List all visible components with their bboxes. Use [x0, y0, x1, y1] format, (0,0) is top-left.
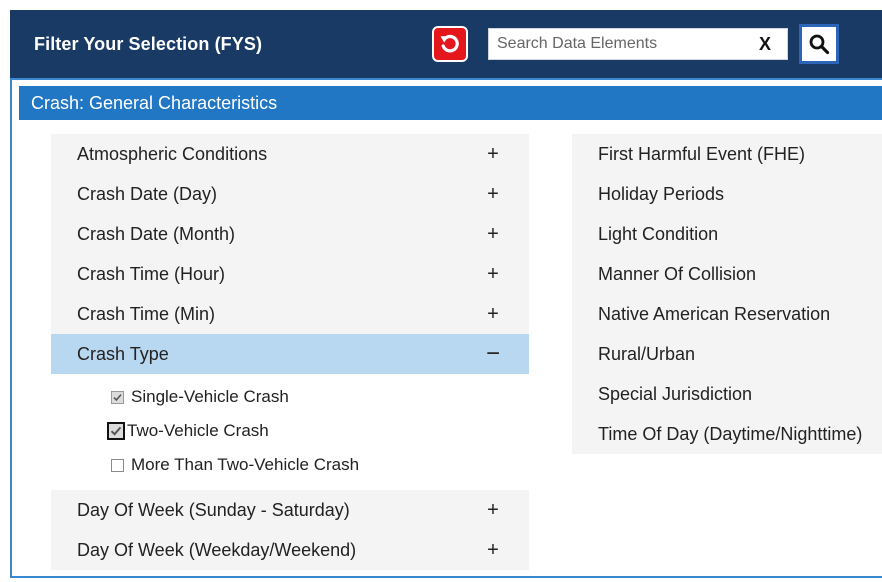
filter-panel: Crash: General Characteristics Atmospher…	[10, 78, 882, 578]
section-header[interactable]: Crash: General Characteristics	[19, 86, 882, 120]
option-label: More Than Two-Vehicle Crash	[131, 455, 360, 474]
checkbox-checked-icon[interactable]	[107, 422, 125, 440]
option-more-than-two-vehicle-crash[interactable]: More Than Two-Vehicle Crash	[51, 448, 529, 482]
expand-icon[interactable]: +	[483, 294, 503, 334]
element-label: Day Of Week (Weekday/Weekend)	[77, 540, 357, 560]
checkbox-checked-icon[interactable]	[111, 390, 124, 404]
fys-header: Filter Your Selection (FYS) X	[10, 10, 882, 78]
element-label: First Harmful Event (FHE)	[598, 144, 806, 164]
element-crash-time-hour[interactable]: Crash Time (Hour) +	[51, 254, 529, 294]
element-label: Atmospheric Conditions	[77, 144, 268, 164]
clear-search-button[interactable]: X	[759, 34, 771, 55]
right-column: First Harmful Event (FHE) Holiday Period…	[572, 134, 882, 454]
element-crash-type[interactable]: Crash Type −	[51, 334, 529, 374]
element-label: Rural/Urban	[598, 344, 696, 364]
search-input[interactable]	[489, 29, 737, 59]
element-label: Special Jurisdiction	[598, 384, 753, 404]
expand-icon[interactable]: +	[483, 530, 503, 570]
element-label: Crash Date (Month)	[77, 224, 236, 244]
element-day-of-week-weekday-weekend[interactable]: Day Of Week (Weekday/Weekend) +	[51, 530, 529, 570]
element-label: Time Of Day (Daytime/Nighttime)	[598, 424, 863, 444]
element-label: Native American Reservation	[598, 304, 831, 324]
element-time-of-day[interactable]: Time Of Day (Daytime/Nighttime)	[572, 414, 882, 454]
element-holiday-periods[interactable]: Holiday Periods	[572, 174, 882, 214]
element-label: Crash Time (Hour)	[77, 264, 226, 284]
element-rural-urban[interactable]: Rural/Urban	[572, 334, 882, 374]
left-column: Atmospheric Conditions + Crash Date (Day…	[51, 134, 529, 570]
collapse-icon[interactable]: −	[483, 334, 503, 374]
reset-button[interactable]	[432, 26, 468, 62]
expand-icon[interactable]: +	[483, 254, 503, 294]
undo-arrow-icon	[440, 34, 459, 53]
element-label: Holiday Periods	[598, 184, 725, 204]
element-atmospheric-conditions[interactable]: Atmospheric Conditions +	[51, 134, 529, 174]
element-label: Crash Type	[77, 344, 169, 364]
element-manner-of-collision[interactable]: Manner Of Collision	[572, 254, 882, 294]
expand-icon[interactable]: +	[483, 214, 503, 254]
element-light-condition[interactable]: Light Condition	[572, 214, 882, 254]
element-label: Day Of Week (Sunday - Saturday)	[77, 500, 350, 520]
element-special-jurisdiction[interactable]: Special Jurisdiction	[572, 374, 882, 414]
element-label: Crash Time (Min)	[77, 304, 216, 324]
element-label: Crash Date (Day)	[77, 184, 218, 204]
option-two-vehicle-crash[interactable]: Two-Vehicle Crash	[51, 414, 529, 448]
top-strip	[0, 0, 882, 10]
element-label: Manner Of Collision	[598, 264, 757, 284]
element-crash-date-month[interactable]: Crash Date (Month) +	[51, 214, 529, 254]
crash-type-options: Single-Vehicle Crash Two-Vehicle Crash M…	[51, 374, 529, 490]
expand-icon[interactable]: +	[483, 174, 503, 214]
checkbox-unchecked-icon[interactable]	[111, 458, 124, 472]
magnifier-icon	[809, 34, 830, 55]
element-native-american-reservation[interactable]: Native American Reservation	[572, 294, 882, 334]
option-label: Single-Vehicle Crash	[131, 387, 289, 406]
option-single-vehicle-crash[interactable]: Single-Vehicle Crash	[51, 380, 529, 414]
expand-icon[interactable]: +	[483, 134, 503, 174]
expand-icon[interactable]: +	[483, 490, 503, 530]
element-label: Light Condition	[598, 224, 719, 244]
element-first-harmful-event[interactable]: First Harmful Event (FHE)	[572, 134, 882, 174]
option-label: Two-Vehicle Crash	[127, 421, 269, 440]
element-day-of-week-sunday-saturday[interactable]: Day Of Week (Sunday - Saturday) +	[51, 490, 529, 530]
element-crash-date-day[interactable]: Crash Date (Day) +	[51, 174, 529, 214]
search-box: X	[488, 28, 788, 60]
element-crash-time-min[interactable]: Crash Time (Min) +	[51, 294, 529, 334]
fys-title: Filter Your Selection (FYS)	[34, 34, 263, 54]
search-button[interactable]	[799, 24, 839, 64]
